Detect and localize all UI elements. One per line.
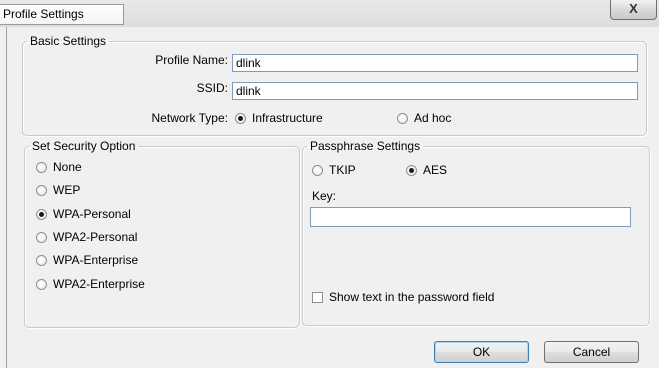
network-type-label: Network Type: bbox=[151, 111, 228, 125]
security-wpa2-enterprise-label: WPA2-Enterprise bbox=[53, 277, 145, 291]
network-type-adhoc-radio[interactable]: Ad hoc bbox=[397, 111, 451, 125]
security-wpa2-personal-radio[interactable]: WPA2-Personal bbox=[36, 230, 137, 244]
security-wpa-enterprise-label: WPA-Enterprise bbox=[53, 253, 139, 267]
key-label: Key: bbox=[312, 189, 337, 203]
security-none-radio[interactable]: None bbox=[36, 160, 82, 174]
radio-indicator bbox=[36, 254, 47, 266]
ssid-label: SSID: bbox=[196, 81, 228, 95]
radio-indicator bbox=[36, 208, 47, 220]
security-wpa-personal-label: WPA-Personal bbox=[53, 207, 131, 221]
security-wpa-personal-radio[interactable]: WPA-Personal bbox=[36, 207, 131, 221]
profile-name-input[interactable]: dlink bbox=[232, 54, 638, 72]
ok-button[interactable]: OK bbox=[434, 341, 529, 363]
show-text-checkbox[interactable]: Show text in the password field bbox=[312, 290, 494, 304]
security-wpa2-personal-label: WPA2-Personal bbox=[53, 230, 138, 244]
radio-indicator bbox=[397, 112, 408, 124]
cipher-tkip-label: TKIP bbox=[329, 163, 356, 177]
close-icon: X bbox=[629, 1, 638, 16]
profile-name-label: Profile Name: bbox=[155, 53, 228, 67]
network-type-infrastructure-radio[interactable]: Infrastructure bbox=[235, 111, 323, 125]
profile-settings-dialog: Profile Settings X Basic Settings Profil… bbox=[0, 0, 659, 368]
radio-indicator bbox=[36, 231, 47, 243]
ssid-input[interactable]: dlink bbox=[232, 82, 638, 100]
network-type-adhoc-label: Ad hoc bbox=[414, 111, 452, 125]
radio-indicator bbox=[312, 164, 323, 176]
window-title: Profile Settings bbox=[0, 4, 124, 25]
show-text-label: Show text in the password field bbox=[329, 290, 495, 304]
checkbox-indicator bbox=[312, 291, 323, 303]
close-button[interactable]: X bbox=[610, 0, 657, 20]
security-wep-label: WEP bbox=[53, 183, 81, 197]
security-wep-radio[interactable]: WEP bbox=[36, 183, 80, 197]
cipher-aes-radio[interactable]: AES bbox=[406, 163, 447, 177]
radio-indicator bbox=[235, 112, 246, 124]
passphrase-settings-legend: Passphrase Settings bbox=[310, 139, 421, 153]
radio-indicator bbox=[36, 184, 47, 196]
dialog-body: Basic Settings Profile Name: dlink SSID:… bbox=[6, 27, 654, 368]
radio-indicator bbox=[406, 164, 417, 176]
radio-indicator bbox=[36, 161, 47, 173]
title-bar: Profile Settings X bbox=[0, 0, 659, 27]
network-type-infrastructure-label: Infrastructure bbox=[252, 111, 323, 125]
security-none-label: None bbox=[53, 160, 82, 174]
security-wpa2-enterprise-radio[interactable]: WPA2-Enterprise bbox=[36, 277, 145, 291]
cipher-tkip-radio[interactable]: TKIP bbox=[312, 163, 356, 177]
key-input[interactable] bbox=[310, 207, 631, 227]
security-wpa-enterprise-radio[interactable]: WPA-Enterprise bbox=[36, 253, 138, 267]
basic-settings-legend: Basic Settings bbox=[30, 34, 107, 48]
cipher-aes-label: AES bbox=[423, 163, 448, 177]
cancel-button[interactable]: Cancel bbox=[544, 341, 639, 363]
radio-indicator bbox=[36, 278, 47, 290]
security-option-legend: Set Security Option bbox=[32, 139, 136, 153]
